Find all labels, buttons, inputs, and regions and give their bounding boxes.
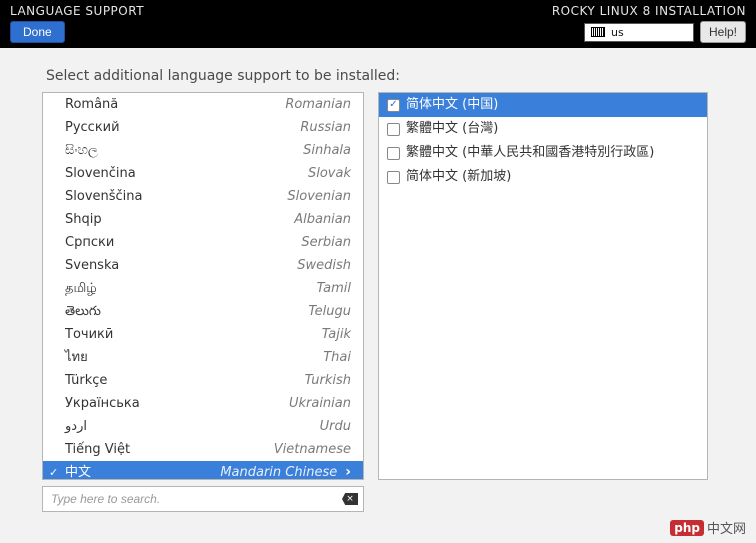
- language-row[interactable]: SlovenčinaSlovak: [43, 162, 363, 185]
- variant-label: 简体中文 (中国): [406, 96, 498, 114]
- language-native-label: Slovenčina: [65, 165, 308, 182]
- language-row[interactable]: ✓ 中文Mandarin Chinese ›: [43, 461, 363, 479]
- language-english-label: Mandarin Chinese: [220, 464, 337, 479]
- checkbox[interactable]: [387, 171, 400, 184]
- language-native-label: ไทย: [65, 349, 323, 366]
- language-list[interactable]: RomânăRomanianРусскийRussianසිංහලSinhala…: [43, 93, 363, 479]
- language-english-label: Sinhala: [303, 142, 351, 159]
- language-row[interactable]: ไทยThai: [43, 346, 363, 369]
- installer-title: ROCKY LINUX 8 INSTALLATION: [552, 4, 746, 18]
- variant-row[interactable]: ✓ 简体中文 (中国): [379, 93, 707, 117]
- language-native-label: Shqip: [65, 211, 294, 228]
- language-row[interactable]: TürkçeTurkish: [43, 369, 363, 392]
- variant-row[interactable]: 繁體中文 (台灣): [379, 117, 707, 141]
- check-icon: ✓: [49, 464, 61, 479]
- language-english-label: Ukrainian: [289, 395, 351, 412]
- language-native-label: Slovenščina: [65, 188, 287, 205]
- watermark-text: 中文网: [707, 518, 746, 537]
- language-row[interactable]: УкраїнськаUkrainian: [43, 392, 363, 415]
- language-native-label: Tiếng Việt: [65, 441, 274, 458]
- language-english-label: Romanian: [285, 96, 351, 113]
- help-button[interactable]: Help!: [700, 21, 746, 43]
- variant-label: 简体中文 (新加坡): [406, 168, 511, 186]
- chevron-right-icon: ›: [345, 464, 351, 479]
- language-english-label: Serbian: [301, 234, 351, 251]
- language-row[interactable]: తెలుగుTelugu: [43, 300, 363, 323]
- language-row[interactable]: اردوUrdu: [43, 415, 363, 438]
- watermark: php 中文网: [670, 518, 746, 537]
- language-native-label: Русский: [65, 119, 300, 136]
- variant-label: 繁體中文 (中華人民共和國香港特別行政區): [406, 144, 654, 162]
- search-input[interactable]: [42, 486, 364, 512]
- language-native-label: Svenska: [65, 257, 297, 274]
- header-bar: LANGUAGE SUPPORT Done ROCKY LINUX 8 INST…: [0, 0, 756, 48]
- header-buttons: us Help!: [584, 21, 746, 43]
- language-native-label: Точикӣ: [65, 326, 322, 343]
- language-native-label: తెలుగు: [65, 303, 308, 320]
- language-row[interactable]: РусскийRussian: [43, 116, 363, 139]
- variant-row[interactable]: 简体中文 (新加坡): [379, 165, 707, 189]
- variant-label: 繁體中文 (台灣): [406, 120, 498, 138]
- language-native-label: සිංහල: [65, 142, 303, 159]
- language-english-label: Thai: [323, 349, 351, 366]
- language-row[interactable]: සිංහලSinhala: [43, 139, 363, 162]
- language-row[interactable]: RomânăRomanian: [43, 93, 363, 116]
- language-english-label: Swedish: [297, 257, 351, 274]
- language-english-label: Telugu: [308, 303, 351, 320]
- language-row[interactable]: SlovenščinaSlovenian: [43, 185, 363, 208]
- language-english-label: Urdu: [320, 418, 351, 435]
- checkbox[interactable]: [387, 147, 400, 160]
- page-title: LANGUAGE SUPPORT: [10, 4, 144, 18]
- language-native-label: Українська: [65, 395, 289, 412]
- language-english-label: Vietnamese: [274, 441, 351, 458]
- columns: RomânăRomanianРусскийRussianසිංහලSinhala…: [42, 92, 714, 480]
- header-right: ROCKY LINUX 8 INSTALLATION us Help!: [552, 4, 746, 44]
- checkbox[interactable]: [387, 123, 400, 136]
- language-native-label: 中文: [65, 464, 220, 479]
- keyboard-icon: [591, 27, 605, 37]
- language-english-label: Turkish: [305, 372, 351, 389]
- keyboard-layout-label: us: [611, 26, 624, 39]
- done-button[interactable]: Done: [10, 21, 65, 43]
- language-row[interactable]: Tiếng ViệtVietnamese: [43, 438, 363, 461]
- language-row[interactable]: தமிழ்Tamil: [43, 277, 363, 300]
- language-english-label: Albanian: [294, 211, 351, 228]
- language-row[interactable]: ТочикӣTajik: [43, 323, 363, 346]
- language-list-panel: RomânăRomanianРусскийRussianසිංහලSinhala…: [42, 92, 364, 480]
- language-native-label: Română: [65, 96, 285, 113]
- language-native-label: اردو: [65, 418, 320, 435]
- variant-row[interactable]: 繁體中文 (中華人民共和國香港特別行政區): [379, 141, 707, 165]
- language-native-label: Türkçe: [65, 372, 305, 389]
- language-english-label: Russian: [300, 119, 351, 136]
- language-row[interactable]: SvenskaSwedish: [43, 254, 363, 277]
- language-english-label: Slovenian: [287, 188, 351, 205]
- language-native-label: Српски: [65, 234, 301, 251]
- language-english-label: Tamil: [317, 280, 351, 297]
- checkbox[interactable]: ✓: [387, 99, 400, 112]
- language-native-label: தமிழ்: [65, 280, 317, 297]
- watermark-logo: php: [670, 520, 704, 536]
- variant-list-panel: ✓ 简体中文 (中国) 繁體中文 (台灣) 繁體中文 (中華人民共和國香港特別行政區)…: [378, 92, 708, 480]
- content-area: Select additional language support to be…: [0, 48, 756, 522]
- clear-search-icon[interactable]: ×: [342, 493, 358, 505]
- variant-list[interactable]: ✓ 简体中文 (中国) 繁體中文 (台灣) 繁體中文 (中華人民共和國香港特別行政區)…: [379, 93, 707, 189]
- search-wrap: ×: [42, 486, 364, 512]
- language-row[interactable]: СрпскиSerbian: [43, 231, 363, 254]
- language-english-label: Tajik: [322, 326, 351, 343]
- header-left: LANGUAGE SUPPORT Done: [10, 4, 144, 44]
- instruction-text: Select additional language support to be…: [42, 58, 714, 92]
- language-row[interactable]: ShqipAlbanian: [43, 208, 363, 231]
- language-english-label: Slovak: [308, 165, 351, 182]
- keyboard-indicator[interactable]: us: [584, 23, 694, 42]
